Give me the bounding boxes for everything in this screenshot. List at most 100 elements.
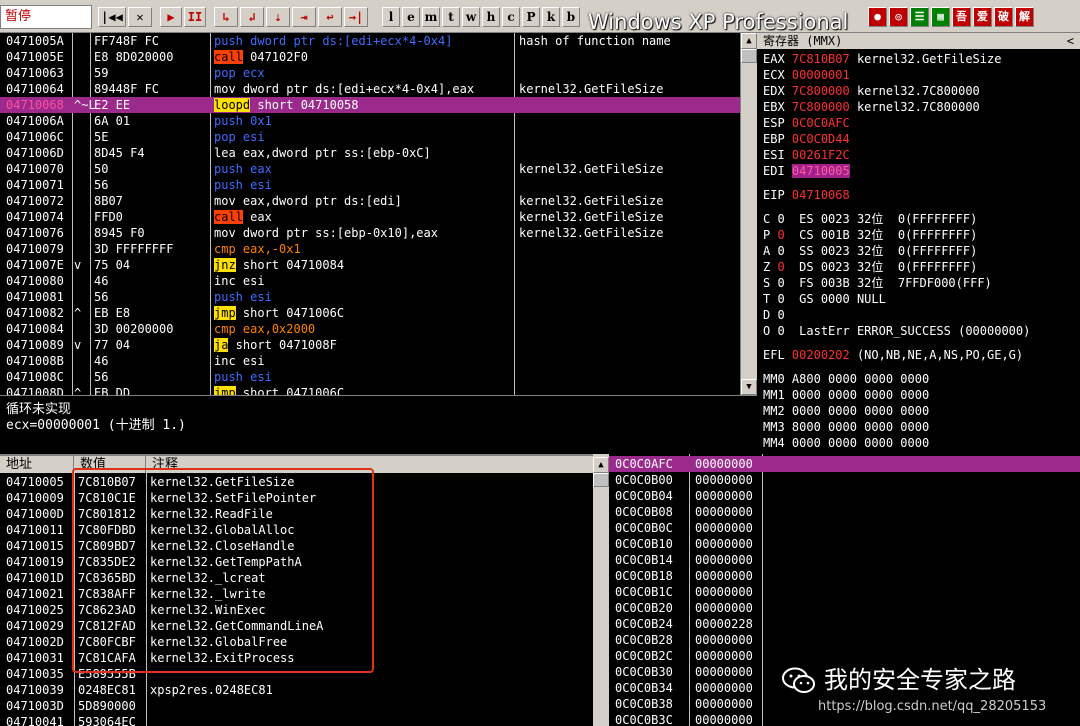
toolbar-letter-l[interactable]: l bbox=[382, 7, 400, 27]
toolbar-letter-P[interactable]: P bbox=[522, 7, 540, 27]
disasm-row[interactable]: 04710089 v 77 04 ja short 0471008F bbox=[0, 337, 740, 353]
dump-row[interactable]: 0471002D 7C80FCBF kernel32.GlobalFree bbox=[0, 634, 593, 650]
toolbar-plugin-button-2[interactable]: ☰ bbox=[910, 7, 929, 27]
dump-row[interactable]: 04710015 7C809BD7 kernel32.CloseHandle bbox=[0, 538, 593, 554]
register-esi[interactable]: ESI 00261F2C bbox=[763, 147, 857, 163]
toolbar-letter-m[interactable]: m bbox=[422, 7, 440, 27]
registers-pane[interactable]: 寄存器 (MMX) < EAX 7C810B07 kernel32.GetFil… bbox=[757, 33, 1080, 454]
toolbar-button-5[interactable]: ↲ bbox=[240, 7, 264, 27]
register-edi[interactable]: EDI 04710005 bbox=[763, 163, 857, 179]
dump-header-comment[interactable]: 注释 bbox=[146, 456, 593, 473]
disasm-row[interactable]: 0471005A FF748F FC push dword ptr ds:[edi+… bbox=[0, 33, 740, 49]
toolbar-letter-e[interactable]: e bbox=[402, 7, 420, 27]
disasm-row[interactable]: 0471006D 8D45 F4 lea eax,dword ptr ss:[ebp… bbox=[0, 145, 740, 161]
dump-scrollbar[interactable]: ▲ bbox=[593, 454, 609, 726]
stack-row[interactable]: 0C0C0B24 00000228 bbox=[609, 616, 1080, 632]
stack-row[interactable]: 0C0C0B14 00000000 bbox=[609, 552, 1080, 568]
flag-row-a[interactable]: A 0 SS 0023 32位 0(FFFFFFFF) bbox=[763, 243, 977, 259]
toolbar-letter-k[interactable]: k bbox=[542, 7, 560, 27]
flag-row-z[interactable]: Z 0 DS 0023 32位 0(FFFFFFFF) bbox=[763, 259, 977, 275]
scroll-up-icon[interactable]: ▲ bbox=[593, 457, 609, 473]
disasm-row[interactable]: 0471007E v 75 04 jnz short 04710084 bbox=[0, 257, 740, 273]
dump-row[interactable]: 04710025 7C8623AD kernel32.WinExec bbox=[0, 602, 593, 618]
dump-row[interactable]: 04710009 7C810C1E kernel32.SetFilePointer bbox=[0, 490, 593, 506]
stack-row[interactable]: 0C0C0B04 00000000 bbox=[609, 488, 1080, 504]
register-ebx[interactable]: EBX 7C800000 kernel32.7C800000 bbox=[763, 99, 980, 115]
scroll-down-icon[interactable]: ▼ bbox=[741, 379, 757, 395]
dump-row[interactable]: 04710039 0248EC81 xpsp2res.0248EC81 bbox=[0, 682, 593, 698]
dump-row[interactable]: 04710031 7C81CAFA kernel32.ExitProcess bbox=[0, 650, 593, 666]
disasm-row[interactable]: 0471006A 6A 01 push 0x1 bbox=[0, 113, 740, 129]
register-efl[interactable]: EFL 00200202 (NO,NB,NE,A,NS,PO,GE,G) bbox=[763, 347, 1023, 363]
registers-header[interactable]: 寄存器 (MMX) < bbox=[757, 33, 1080, 49]
dump-header-value[interactable]: 数值 bbox=[74, 456, 146, 473]
disasm-row[interactable]: 04710081 56 push esi bbox=[0, 289, 740, 305]
dump-row[interactable]: 04710019 7C835DE2 kernel32.GetTempPathA bbox=[0, 554, 593, 570]
toolbar-button-4[interactable]: ↳ bbox=[214, 7, 238, 27]
flag-value[interactable]: 0 bbox=[777, 276, 784, 290]
disasm-row[interactable]: 04710071 56 push esi bbox=[0, 177, 740, 193]
register-value[interactable]: 7C800000 bbox=[792, 84, 850, 98]
memory-dump-pane[interactable]: 04710005 7C810B07 kernel32.GetFileSize 0471… bbox=[0, 473, 593, 726]
dump-row[interactable]: 04710005 7C810B07 kernel32.GetFileSize bbox=[0, 474, 593, 490]
stack-row[interactable]: 0C0C0B1C 00000000 bbox=[609, 584, 1080, 600]
flag-row-s[interactable]: S 0 FS 003B 32位 7FFDF000(FFF) bbox=[763, 275, 992, 291]
toolbar-letter-t[interactable]: t bbox=[442, 7, 460, 27]
toolbar-plugin-button-5[interactable]: 爱 bbox=[973, 7, 992, 27]
toolbar-button-1[interactable]: ✕ bbox=[128, 7, 152, 27]
register-value[interactable]: 7C810B07 bbox=[792, 52, 850, 66]
flag-value[interactable]: 0 bbox=[777, 292, 784, 306]
toolbar-letter-b[interactable]: b bbox=[562, 7, 580, 27]
dump-row[interactable]: 04710021 7C838AFF kernel32._lwrite bbox=[0, 586, 593, 602]
flag-value[interactable]: 0 bbox=[777, 244, 784, 258]
disasm-row[interactable]: 04710080 46 inc esi bbox=[0, 273, 740, 289]
stack-row[interactable]: 0C0C0B10 00000000 bbox=[609, 536, 1080, 552]
stack-row[interactable]: 0C0C0B0C 00000000 bbox=[609, 520, 1080, 536]
disasm-row-current[interactable]: 04710068 ^~L E2 EE loopd short 04710058 bbox=[0, 97, 740, 113]
dump-row[interactable]: 04710041 593064EC bbox=[0, 714, 593, 726]
disasm-row[interactable]: 0471008B 46 inc esi bbox=[0, 353, 740, 369]
dump-row[interactable]: 0471001D 7C8365BD kernel32._lcreat bbox=[0, 570, 593, 586]
stack-row[interactable]: 0C0C0B20 00000000 bbox=[609, 600, 1080, 616]
toolbar-plugin-button-4[interactable]: 吾 bbox=[952, 7, 971, 27]
register-value[interactable]: 7C800000 bbox=[792, 100, 850, 114]
stack-row[interactable]: 0C0C0B00 00000000 bbox=[609, 472, 1080, 488]
mmx-register[interactable]: MM0 A800 0000 0000 0000 bbox=[763, 371, 929, 387]
toolbar-button-9[interactable]: →| bbox=[344, 7, 368, 27]
flag-row-d[interactable]: D 0 bbox=[763, 307, 799, 323]
stack-row[interactable]: 0C0C0B18 00000000 bbox=[609, 568, 1080, 584]
disasm-row[interactable]: 04710064 89448F FC mov dword ptr ds:[edi+e… bbox=[0, 81, 740, 97]
toolbar-button-0[interactable]: |◀◀ bbox=[98, 7, 126, 27]
scroll-up-icon[interactable]: ▲ bbox=[741, 33, 757, 49]
disassembly-scrollbar[interactable]: ▲ ▼ bbox=[740, 33, 757, 395]
flag-value[interactable]: 0 bbox=[777, 228, 784, 242]
flag-value[interactable]: 0 bbox=[777, 260, 784, 274]
scroll-thumb[interactable] bbox=[741, 49, 757, 63]
disasm-row[interactable]: 0471005E E8 8D020000 call 047102F0 bbox=[0, 49, 740, 65]
disasm-row[interactable]: 04710084 3D 00200000 cmp eax,0x2000 bbox=[0, 321, 740, 337]
disasm-row[interactable]: 0471006C 5E pop esi bbox=[0, 129, 740, 145]
toolbar-letter-c[interactable]: c bbox=[502, 7, 520, 27]
toolbar-plugin-button-0[interactable]: ● bbox=[868, 7, 887, 27]
scroll-thumb[interactable] bbox=[593, 473, 609, 487]
collapse-icon[interactable]: < bbox=[1067, 33, 1074, 49]
dump-row[interactable]: 04710011 7C80FDBD kernel32.GlobalAlloc bbox=[0, 522, 593, 538]
disasm-row[interactable]: 04710074 FFD0 call eax kernel32.GetFileSize bbox=[0, 209, 740, 225]
disassembly-pane[interactable]: 0471005A FF748F FC push dword ptr ds:[edi+… bbox=[0, 33, 740, 395]
register-value[interactable]: 04710068 bbox=[792, 188, 850, 202]
disasm-row[interactable]: 0471008D ^ EB DD jmp short 0471006C bbox=[0, 385, 740, 395]
toolbar-plugin-button-7[interactable]: 解 bbox=[1015, 7, 1034, 27]
stack-row[interactable]: 0C0C0B28 00000000 bbox=[609, 632, 1080, 648]
toolbar-button-3[interactable]: II bbox=[184, 7, 206, 27]
disasm-row[interactable]: 04710079 3D FFFFFFFF cmp eax,-0x1 bbox=[0, 241, 740, 257]
dump-row[interactable]: 04710035 E589555B bbox=[0, 666, 593, 682]
flag-row-c[interactable]: C 0 ES 0023 32位 0(FFFFFFFF) bbox=[763, 211, 977, 227]
disasm-row[interactable]: 04710072 8B07 mov eax,dword ptr ds:[edi] ke… bbox=[0, 193, 740, 209]
dump-row[interactable]: 0471000D 7C801812 kernel32.ReadFile bbox=[0, 506, 593, 522]
register-value[interactable]: 00000001 bbox=[792, 68, 850, 82]
toolbar-plugin-button-6[interactable]: 破 bbox=[994, 7, 1013, 27]
dump-row[interactable]: 0471003D 5D890000 bbox=[0, 698, 593, 714]
toolbar-button-6[interactable]: ⇣ bbox=[266, 7, 290, 27]
disasm-row[interactable]: 04710082 ^ EB E8 jmp short 0471006C bbox=[0, 305, 740, 321]
dump-header-address[interactable]: 地址 bbox=[0, 456, 74, 473]
